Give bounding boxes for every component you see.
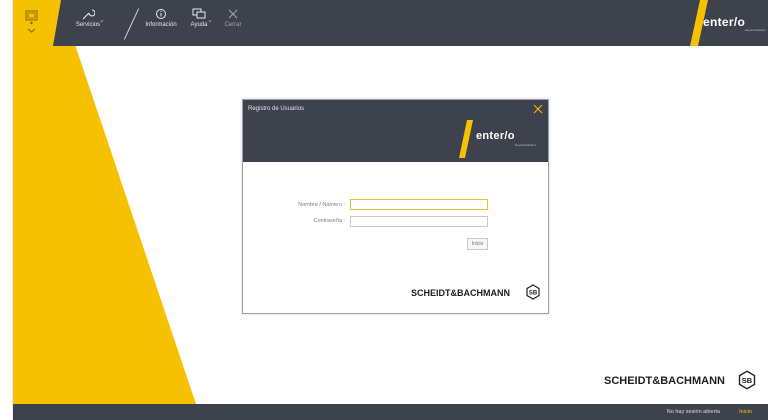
scheidt-bachmann-logo: SCHEIDT&BACHMANN: [604, 375, 725, 387]
ayuda-chevron-down-icon[interactable]: ⌄: [207, 16, 213, 24]
toolbar-divider: [123, 8, 140, 40]
servicios-chevron-down-icon[interactable]: ⌄: [99, 16, 105, 24]
sb-seal-large-text: SB: [742, 376, 753, 385]
sb-seal-large-icon: SB: [738, 370, 756, 390]
sb-seal-icon: SB: [526, 284, 540, 300]
username-field[interactable]: [350, 199, 488, 210]
cerrar-label: Cerrar: [224, 22, 242, 28]
inicio-link[interactable]: Inicio: [739, 409, 752, 415]
password-label: Contraseña :: [313, 218, 346, 224]
entervo-logo: enter/o: [703, 15, 746, 29]
dialog-header: Registro de Usuarios enter/o beyond barr…: [243, 100, 548, 162]
ayuda-button[interactable]: Ayuda: [186, 8, 212, 40]
app-menu-icon-overlay[interactable]: [25, 10, 39, 34]
servicios-button[interactable]: Servicios: [73, 8, 103, 40]
cerrar-button[interactable]: Cerrar: [221, 8, 245, 40]
help-chat-icon: [192, 8, 206, 19]
close-icon: [228, 9, 238, 19]
entervo-tagline: beyond barriers: [745, 28, 766, 32]
sb-seal-text: SB: [529, 291, 538, 297]
login-dialog: Registro de Usuarios enter/o beyond barr…: [242, 99, 549, 314]
servicios-label: Servicios: [75, 22, 101, 28]
dialog-logo-stripe: [459, 120, 473, 158]
ayuda-label: Ayuda: [190, 22, 208, 28]
top-toolbar: Servicios ⌄ Información Ayuda ⌄ Cerrar e…: [13, 0, 768, 46]
status-bar: No hay sesión abierta Inicio: [13, 404, 768, 420]
dialog-entervo-tagline: beyond barriers: [515, 143, 536, 147]
dialog-close-icon[interactable]: [533, 104, 543, 114]
informacion-label: Información: [145, 22, 177, 28]
session-status: No hay sesión abierta: [666, 409, 720, 415]
login-button[interactable]: Inicio: [467, 238, 488, 250]
dialog-scheidt-bachmann-logo: SCHEIDT&BACHMANN: [411, 288, 510, 298]
info-icon: [156, 9, 166, 19]
password-field[interactable]: [350, 216, 488, 227]
wrench-icon: [82, 9, 95, 20]
dialog-entervo-logo: enter/o: [476, 130, 515, 142]
yellow-wedge-decoration: [13, 0, 196, 404]
dialog-title: Registro de Usuarios: [248, 106, 305, 112]
username-label: Nombre / Número :: [298, 202, 345, 208]
informacion-button[interactable]: Información: [143, 8, 179, 40]
